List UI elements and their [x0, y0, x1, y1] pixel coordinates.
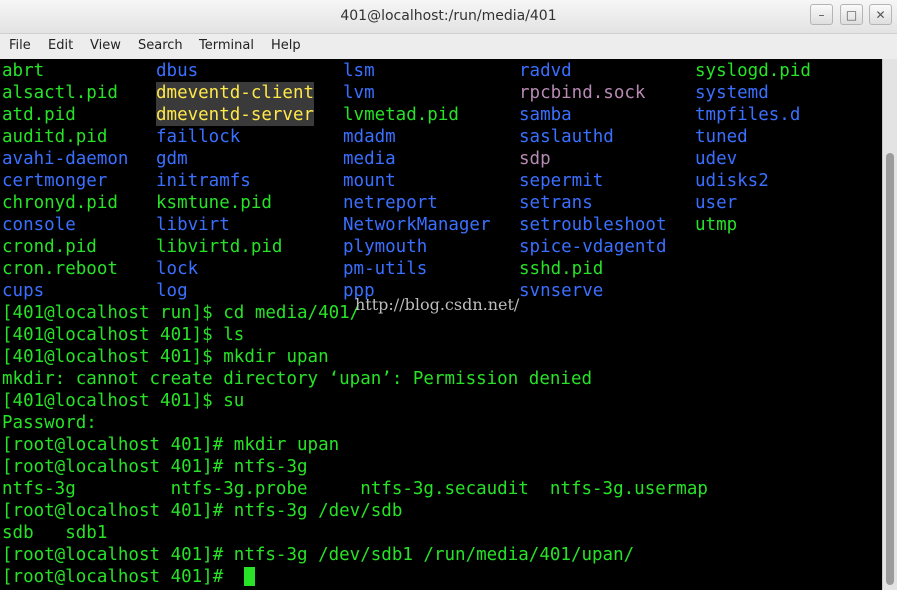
listing-entry: user — [695, 193, 738, 213]
listing-entry: svnserve — [519, 281, 604, 301]
menu-view[interactable]: View — [90, 38, 121, 53]
listing-entry: chronyd.pid — [2, 193, 118, 213]
listing-entry: crond.pid — [2, 237, 97, 257]
output-line: [401@localhost run]$ cd media/401/ — [2, 303, 361, 323]
listing-entry: syslogd.pid — [695, 61, 811, 81]
output-line: [root@localhost 401]# ntfs-3g /dev/sdb1 … — [2, 545, 635, 565]
scrollbar-thumb[interactable] — [886, 153, 894, 585]
menu-file[interactable]: File — [9, 38, 31, 53]
listing-entry: lsm — [343, 61, 375, 81]
menu-search[interactable]: Search — [138, 38, 183, 53]
listing-entry: log — [156, 281, 188, 301]
listing-entry: tuned — [695, 127, 748, 147]
listing-entry: dmeventd-server — [156, 104, 315, 126]
listing-entry: mount — [343, 171, 396, 191]
listing-entry: systemd — [695, 83, 769, 103]
listing-entry: dmeventd-client — [156, 82, 315, 104]
listing-entry: dbus — [156, 61, 199, 81]
listing-entry: abrt — [2, 61, 45, 81]
window-title: 401@localhost:/run/media/401 — [340, 8, 557, 24]
output-line: mkdir: cannot create directory ‘upan’: P… — [2, 369, 593, 389]
output-line: [401@localhost 401]$ ls — [2, 325, 245, 345]
listing-entry: udisks2 — [695, 171, 769, 191]
listing-entry: utmp — [695, 215, 738, 235]
watermark: http://blog.csdn.net/ — [355, 295, 520, 314]
listing-entry: mdadm — [343, 127, 396, 147]
maximize-button[interactable]: □ — [840, 4, 863, 25]
listing-entry: plymouth — [343, 237, 428, 257]
listing-entry: radvd — [519, 61, 572, 81]
output-line: [root@localhost 401]# mkdir upan — [2, 435, 340, 455]
minimize-button[interactable]: – — [810, 4, 833, 25]
output-line: sdb sdb1 — [2, 523, 108, 543]
menu-edit[interactable]: Edit — [48, 38, 73, 53]
menu-help[interactable]: Help — [271, 38, 301, 53]
vertical-scrollbar[interactable] — [882, 59, 897, 590]
listing-entry: setroubleshoot — [519, 215, 667, 235]
listing-entry: libvirt — [156, 215, 230, 235]
listing-entry: netreport — [343, 193, 438, 213]
listing-entry: samba — [519, 105, 572, 125]
listing-entry: lvmetad.pid — [343, 105, 459, 125]
terminal-window: 401@localhost:/run/media/401 – □ ✕ File … — [0, 0, 897, 590]
menu-terminal[interactable]: Terminal — [199, 38, 254, 53]
listing-entry: spice-vdagentd — [519, 237, 667, 257]
close-button[interactable]: ✕ — [869, 4, 892, 25]
listing-entry: lock — [156, 259, 199, 279]
listing-entry: ksmtune.pid — [156, 193, 272, 213]
output-line: Password: — [2, 413, 97, 433]
listing-entry: tmpfiles.d — [695, 105, 801, 125]
listing-entry: sepermit — [519, 171, 604, 191]
listing-entry: rpcbind.sock — [519, 83, 646, 103]
listing-entry: console — [2, 215, 76, 235]
listing-entry: gdm — [156, 149, 188, 169]
menu-bar: File Edit View Search Terminal Help — [0, 34, 897, 58]
listing-entry: certmonger — [2, 171, 108, 191]
listing-entry: saslauthd — [519, 127, 614, 147]
listing-entry: libvirtd.pid — [156, 237, 283, 257]
output-line: ntfs-3g ntfs-3g.probe ntfs-3g.secaudit n… — [2, 479, 708, 499]
text-cursor — [244, 567, 255, 586]
terminal-output[interactable]: abrt alsactl.pid atd.pid auditd.pid avahi-da… — [0, 59, 882, 590]
listing-entry: cups — [2, 281, 45, 301]
listing-entry: sshd.pid — [519, 259, 604, 279]
prompt-line: [root@localhost 401]# — [2, 567, 234, 587]
output-line: [401@localhost 401]$ mkdir upan — [2, 347, 329, 367]
listing-entry: NetworkManager — [343, 215, 491, 235]
listing-entry: atd.pid — [2, 105, 76, 125]
listing-entry: faillock — [156, 127, 241, 147]
listing-entry: setrans — [519, 193, 593, 213]
listing-entry: udev — [695, 149, 738, 169]
listing-entry: lvm — [343, 83, 375, 103]
listing-entry: pm-utils — [343, 259, 428, 279]
output-line: [401@localhost 401]$ su — [2, 391, 245, 411]
listing-entry: avahi-daemon — [2, 149, 129, 169]
output-line: [root@localhost 401]# ntfs-3g — [2, 457, 308, 477]
listing-entry: sdp — [519, 149, 551, 169]
listing-entry: auditd.pid — [2, 127, 108, 147]
listing-entry: media — [343, 149, 396, 169]
title-bar[interactable]: 401@localhost:/run/media/401 – □ ✕ — [0, 0, 897, 34]
listing-entry: alsactl.pid — [2, 83, 118, 103]
listing-entry: initramfs — [156, 171, 251, 191]
listing-entry: cron.reboot — [2, 259, 118, 279]
output-line: [root@localhost 401]# ntfs-3g /dev/sdb — [2, 501, 403, 521]
